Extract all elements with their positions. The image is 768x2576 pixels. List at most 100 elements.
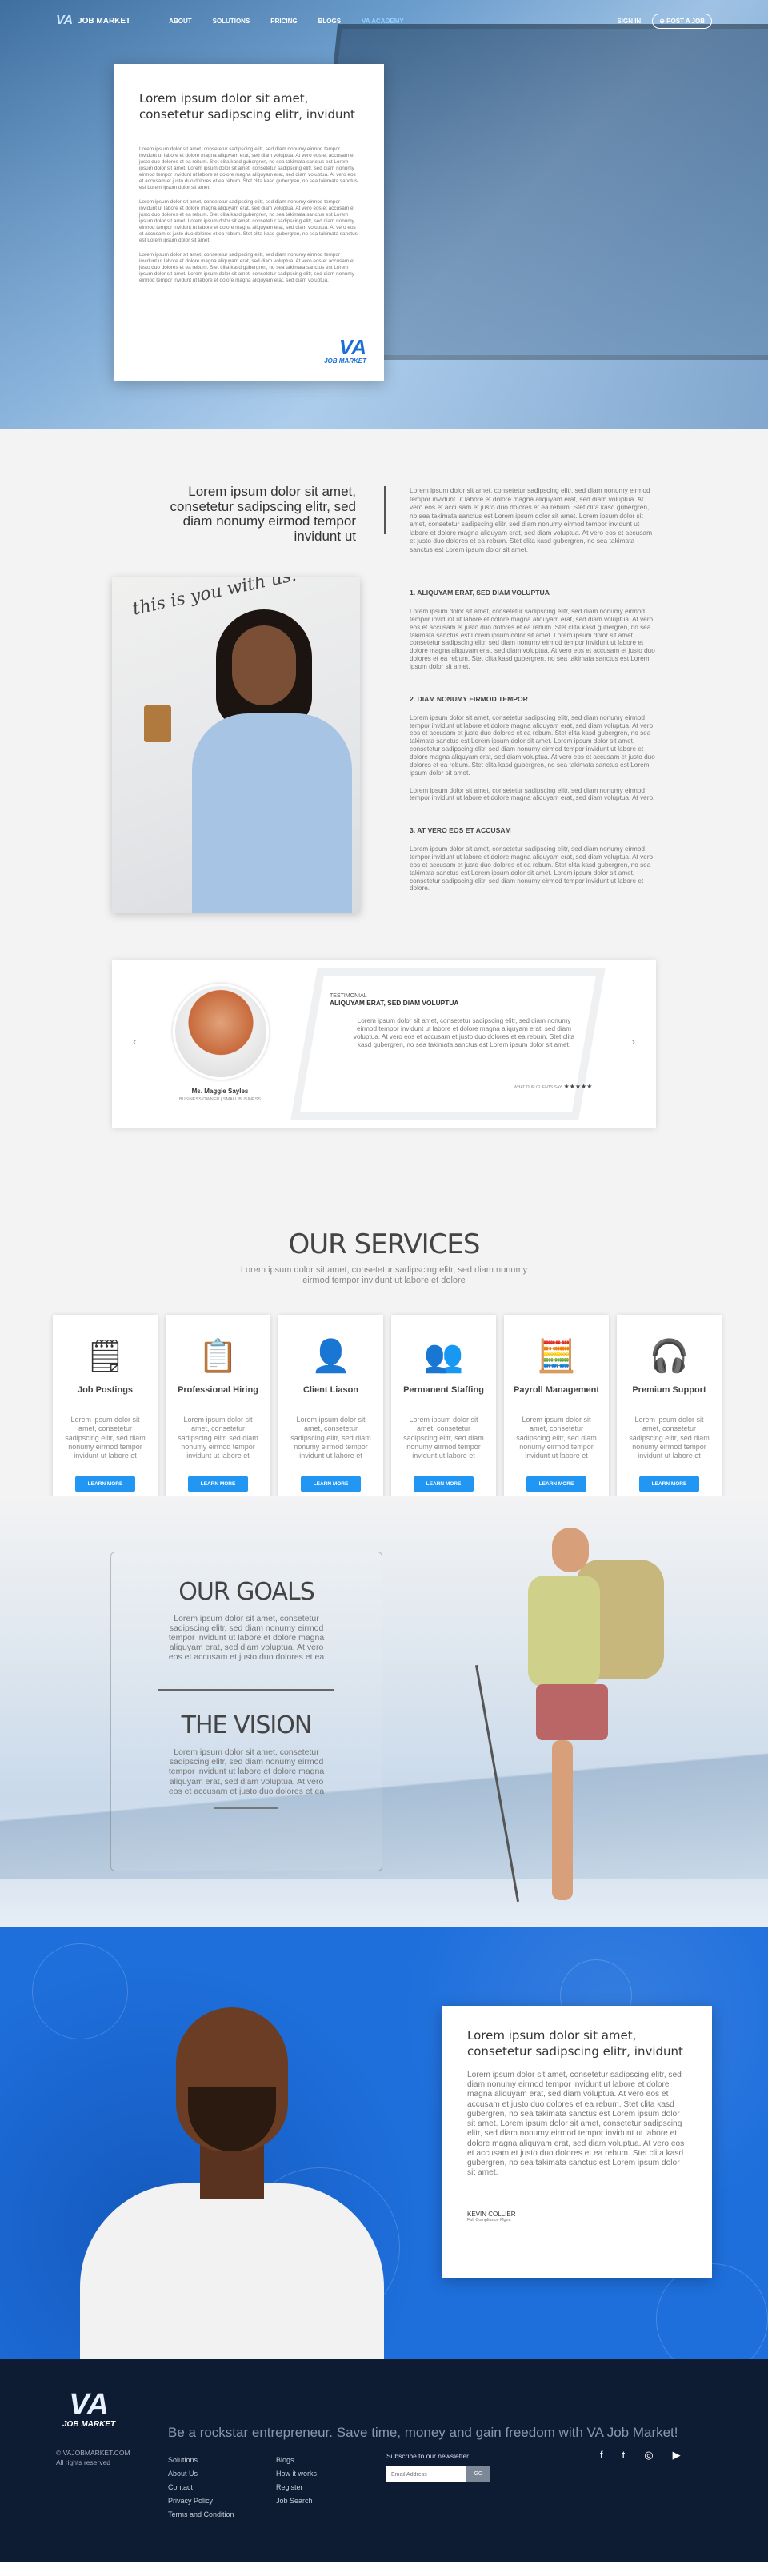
footer-links-col1: Solutions About Us Contact Privacy Policy Te…: [168, 2454, 234, 2522]
hero-title: Lorem ipsum dolor sit amet, consetetur s…: [139, 91, 355, 122]
testimonial-quote: Lorem ipsum dolor sit amet, consetetur s…: [353, 1017, 575, 1048]
goals-section: OUR GOALS Lorem ipsum dolor sit amet, co…: [0, 1496, 768, 1927]
social-links: f t ◎ ▶: [600, 2449, 681, 2462]
facebook-icon[interactable]: f: [600, 2449, 603, 2462]
client-icon: 👤: [310, 1338, 351, 1374]
step-block: 1. ALIQUYAM ERAT, SED DIAM VOLUPTUA Lorem…: [410, 589, 658, 671]
service-card: 📋 Professional Hiring Lorem ipsum dolor si…: [166, 1315, 270, 1512]
service-card: 👥 Permanent Staffing Lorem ipsum dolor sit…: [391, 1315, 496, 1512]
newsletter-label: Subscribe to our newsletter: [386, 2452, 469, 2460]
footer-link[interactable]: How it works: [276, 2467, 317, 2481]
service-title: Job Postings: [77, 1385, 134, 1395]
service-card: 👤 Client Liason Lorem ipsum dolor sit amet…: [278, 1315, 383, 1512]
instagram-icon[interactable]: ◎: [644, 2449, 653, 2462]
copyright: © VAJOBMARKET.COM All rights reserved: [56, 2449, 130, 2466]
footer-link[interactable]: Job Search: [276, 2494, 317, 2508]
feature-section: Lorem ipsum dolor sit amet, consetetur s…: [0, 1927, 768, 2359]
footer: VA JOB MARKET © VAJOBMARKET.COM All righ…: [0, 2359, 768, 2562]
avatar: [173, 984, 269, 1080]
testimonial-card: ‹ › Ms. Maggie Sayles BUSINESS OWNER | S…: [112, 960, 656, 1128]
feature-title: Lorem ipsum dolor sit amet, consetetur s…: [467, 2028, 683, 2059]
footer-logo[interactable]: VA JOB MARKET: [62, 2390, 115, 2429]
step-title: 2. DIAM NONUMY EIRMOD TEMPOR: [410, 694, 528, 703]
newsletter-submit-button[interactable]: GO: [466, 2466, 490, 2482]
next-arrow-icon[interactable]: ›: [631, 1035, 635, 1048]
footer-link[interactable]: Blogs: [276, 2454, 317, 2467]
service-desc: Lorem ipsum dolor sit amet, consetetur s…: [65, 1416, 146, 1460]
services-cards: 🗒 Job Postings Lorem ipsum dolor sit amet,…: [53, 1315, 722, 1512]
learn-more-button[interactable]: LEARN MORE: [638, 1476, 700, 1492]
footer-link[interactable]: Privacy Policy: [168, 2494, 234, 2508]
nav-link-va-academy[interactable]: VA ACADEMY: [362, 18, 404, 25]
star-icon: ★★★★★: [563, 1083, 593, 1090]
testimonial-name: Ms. Maggie Sayles: [191, 1088, 249, 1095]
vision-text: Lorem ipsum dolor sit amet, consetetur s…: [168, 1747, 325, 1796]
footer-link[interactable]: Terms and Condition: [168, 2508, 234, 2522]
prev-arrow-icon[interactable]: ‹: [133, 1035, 137, 1048]
services-subtitle: Lorem ipsum dolor sit amet, consetetur s…: [240, 1265, 528, 1286]
post-job-button[interactable]: ⊕ POST A JOB: [652, 13, 712, 29]
services-section: OUR SERVICES Lorem ipsum dolor sit amet,…: [0, 1228, 768, 1512]
headset-icon: 🎧: [649, 1338, 690, 1374]
goals-box: OUR GOALS Lorem ipsum dolor sit amet, co…: [110, 1552, 382, 1871]
hero-paragraph: Lorem ipsum dolor sit amet, consetetur s…: [139, 199, 358, 243]
intro-lead: Lorem ipsum dolor sit amet, consetetur s…: [410, 486, 653, 553]
service-desc: Lorem ipsum dolor sit amet, consetetur s…: [403, 1416, 484, 1460]
nav-link-pricing[interactable]: PRICING: [270, 18, 297, 25]
testimonial-role: BUSINESS OWNER | SMALL BUSINESS: [178, 1097, 262, 1102]
service-title: Professional Hiring: [178, 1385, 258, 1395]
footer-link[interactable]: Register: [276, 2481, 317, 2494]
rating: WHAT OUR CLIENTS SAY ★★★★★: [514, 1083, 593, 1090]
intro-section: Lorem ipsum dolor sit amet, consetetur s…: [0, 429, 768, 1228]
learn-more-button[interactable]: LEARN MORE: [526, 1476, 587, 1492]
footer-tagline: Be a rockstar entrepreneur. Save time, m…: [168, 2425, 678, 2440]
divider: [158, 1689, 334, 1691]
hero-section: VA JOB MARKET ABOUT SOLUTIONS PRICING BLOGS…: [0, 0, 768, 429]
divider: [214, 1807, 278, 1809]
learn-more-button[interactable]: LEARN MORE: [74, 1476, 136, 1492]
site-logo[interactable]: VA JOB MARKET: [56, 14, 130, 28]
footer-link[interactable]: Contact: [168, 2481, 234, 2494]
footer-link[interactable]: About Us: [168, 2467, 234, 2481]
testimonial-tag: TESTIMONIAL ALIQUYAM ERAT, SED DIAM VOLU…: [330, 993, 459, 1007]
learn-more-button[interactable]: LEARN MORE: [413, 1476, 474, 1492]
service-title: Premium Support: [632, 1385, 706, 1395]
job-board-icon: 🗒: [85, 1338, 126, 1374]
goals-title: OUR GOALS: [178, 1578, 315, 1606]
service-desc: Lorem ipsum dolor sit amet, consetetur s…: [290, 1416, 371, 1460]
service-card: 🧮 Payroll Management Lorem ipsum dolor sit…: [504, 1315, 609, 1512]
woman-photo: this is you with us!: [112, 577, 360, 913]
footer-links-col2: Blogs How it works Register Job Search: [276, 2454, 317, 2508]
feature-text: Lorem ipsum dolor sit amet, consetetur s…: [467, 2071, 685, 2178]
step-block: 3. AT VERO EOS ET ACCUSAM Lorem ipsum dol…: [410, 826, 658, 893]
goals-text: Lorem ipsum dolor sit amet, consetetur s…: [168, 1614, 325, 1663]
twitter-icon[interactable]: t: [622, 2449, 626, 2462]
service-title: Permanent Staffing: [403, 1385, 484, 1395]
services-title: OUR SERVICES: [288, 1228, 481, 1260]
feature-card: Lorem ipsum dolor sit amet, consetetur s…: [442, 2006, 712, 2278]
step-text: Lorem ipsum dolor sit amet, consetetur s…: [410, 845, 654, 893]
man-photo: [80, 1991, 384, 2359]
step-block: 2. DIAM NONUMY EIRMOD TEMPOR Lorem ipsum …: [410, 695, 658, 802]
intro-title: Lorem ipsum dolor sit amet, consetetur s…: [170, 484, 356, 545]
nav-link-blogs[interactable]: BLOGS: [318, 18, 341, 25]
service-card: 🗒 Job Postings Lorem ipsum dolor sit amet,…: [53, 1315, 158, 1512]
step-title: 1. ALIQUYAM ERAT, SED DIAM VOLUPTUA: [410, 589, 550, 597]
service-card: 🎧 Premium Support Lorem ipsum dolor sit am…: [617, 1315, 722, 1512]
hero-paragraph: Lorem ipsum dolor sit amet, consetetur s…: [139, 146, 358, 190]
step-title: 3. AT VERO EOS ET ACCUSAM: [410, 826, 511, 835]
youtube-icon[interactable]: ▶: [673, 2449, 681, 2462]
service-desc: Lorem ipsum dolor sit amet, consetetur s…: [629, 1416, 710, 1460]
learn-more-button[interactable]: LEARN MORE: [300, 1476, 362, 1492]
sign-in-link[interactable]: SIGN IN: [617, 18, 641, 25]
coffee-cup: [144, 705, 171, 742]
intro-divider: [384, 486, 386, 534]
nav-link-about[interactable]: ABOUT: [169, 18, 191, 25]
step-text: Lorem ipsum dolor sit amet, consetetur s…: [410, 713, 655, 777]
signature-name: KEVIN COLLIER: [467, 2210, 516, 2218]
learn-more-button[interactable]: LEARN MORE: [187, 1476, 249, 1492]
staff-hand-icon: 👥: [423, 1338, 464, 1374]
nav-link-solutions[interactable]: SOLUTIONS: [213, 18, 250, 25]
footer-link[interactable]: Solutions: [168, 2454, 234, 2467]
steps-list: 1. ALIQUYAM ERAT, SED DIAM VOLUPTUA Lorem…: [410, 589, 658, 917]
